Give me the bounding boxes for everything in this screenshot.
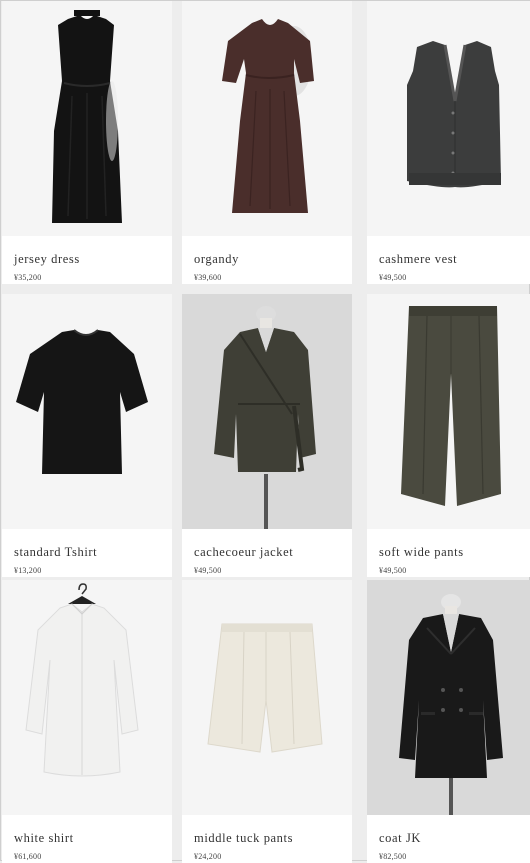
product-price: ¥49,500 xyxy=(379,566,407,575)
product-image[interactable] xyxy=(182,294,352,529)
product-name[interactable]: soft wide pants xyxy=(379,545,464,560)
product-card-soft-wide-pants[interactable]: soft wide pants ¥49,500 xyxy=(367,294,530,577)
product-image[interactable] xyxy=(367,1,530,236)
product-name[interactable]: standard Tshirt xyxy=(14,545,97,560)
product-name[interactable]: jersey dress xyxy=(14,252,80,267)
product-image[interactable] xyxy=(2,294,172,529)
product-card-middle-tuck-pants[interactable]: middle tuck pants ¥24,200 xyxy=(182,580,352,863)
product-card-cachecoeur-jacket[interactable]: cachecoeur jacket ¥49,500 xyxy=(182,294,352,577)
product-price: ¥24,200 xyxy=(194,852,222,861)
product-image[interactable] xyxy=(2,580,172,815)
product-name[interactable]: middle tuck pants xyxy=(194,831,293,846)
product-card-white-shirt[interactable]: white shirt ¥61,600 xyxy=(2,580,172,863)
product-grid: jersey dress ¥35,200 organdy ¥39,600 cas… xyxy=(0,0,530,863)
product-name[interactable]: cachecoeur jacket xyxy=(194,545,293,560)
product-price: ¥49,500 xyxy=(379,273,407,282)
product-card-standard-tshirt[interactable]: standard Tshirt ¥13,200 xyxy=(2,294,172,577)
product-card-coat-jk[interactable]: coat JK ¥82,500 xyxy=(367,580,530,863)
product-price: ¥13,200 xyxy=(14,566,42,575)
product-image[interactable] xyxy=(182,1,352,236)
product-card-organdy[interactable]: organdy ¥39,600 xyxy=(182,1,352,284)
product-price: ¥49,500 xyxy=(194,566,222,575)
product-name[interactable]: organdy xyxy=(194,252,239,267)
product-image[interactable] xyxy=(367,294,530,529)
product-price: ¥61,600 xyxy=(14,852,42,861)
product-name[interactable]: coat JK xyxy=(379,831,421,846)
product-price: ¥35,200 xyxy=(14,273,42,282)
product-card-cashmere-vest[interactable]: cashmere vest ¥49,500 xyxy=(367,1,530,284)
product-price: ¥82,500 xyxy=(379,852,407,861)
product-image[interactable] xyxy=(182,580,352,815)
product-image[interactable] xyxy=(2,1,172,236)
product-name[interactable]: white shirt xyxy=(14,831,74,846)
product-price: ¥39,600 xyxy=(194,273,222,282)
product-image[interactable] xyxy=(367,580,530,815)
product-name[interactable]: cashmere vest xyxy=(379,252,457,267)
product-card-jersey-dress[interactable]: jersey dress ¥35,200 xyxy=(2,1,172,284)
